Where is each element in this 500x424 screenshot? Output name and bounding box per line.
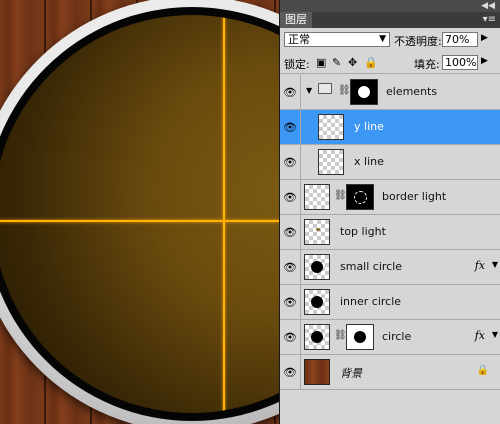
blend-mode-select[interactable]: 正常 ▼ [284, 32, 390, 47]
twirl-down-icon[interactable]: ▼ [306, 86, 312, 95]
tab-layers[interactable]: 图层 [280, 12, 312, 28]
layer-row-circle[interactable]: 👁 ⛓ circle fx ▼ [280, 320, 500, 355]
layer-thumbnail[interactable] [318, 114, 344, 140]
layer-row-x-line[interactable]: 👁 x line [280, 145, 500, 180]
collapse-icon[interactable]: ◀◀ [481, 0, 495, 12]
lock-icon: 🔒 [476, 365, 489, 376]
layer-row-background[interactable]: 👁 背景 🔒 [280, 355, 500, 390]
eye-icon[interactable]: 👁 [280, 320, 301, 354]
layer-row-elements[interactable]: 👁 ▼ ⛓ elements [280, 75, 500, 110]
layer-name: small circle [340, 260, 403, 273]
layers-list: 👁 ▼ ⛓ elements 👁 y line 👁 x line 👁 ⛓ bor… [280, 75, 500, 390]
fx-icon[interactable]: fx [475, 259, 485, 272]
chain-icon[interactable]: ⛓ [338, 85, 351, 96]
y-line-graphic [223, 15, 225, 413]
layer-thumbnail[interactable] [304, 324, 330, 350]
layer-thumbnail[interactable] [304, 359, 330, 385]
layer-row-small-circle[interactable]: 👁 small circle fx ▼ [280, 250, 500, 285]
layer-thumbnail[interactable] [304, 289, 330, 315]
lock-all-icon[interactable]: 🔒 [364, 56, 378, 69]
eye-icon[interactable]: 👁 [280, 75, 301, 109]
layer-name: border light [382, 190, 447, 203]
layer-row-inner-circle[interactable]: 👁 inner circle [280, 285, 500, 320]
fill-input[interactable]: 100% [442, 55, 478, 70]
folder-icon [318, 83, 332, 94]
layer-mask-thumbnail[interactable] [346, 324, 374, 350]
panel-tabbar: 图层 ▾≡ [280, 12, 500, 28]
layer-row-y-line[interactable]: 👁 y line [280, 110, 500, 145]
layer-row-border-light[interactable]: 👁 ⛓ border light [280, 180, 500, 215]
layer-thumbnail[interactable] [304, 254, 330, 280]
layer-name: circle [382, 330, 412, 343]
fill-slider-arrow-icon[interactable]: ▶ [481, 56, 488, 66]
eye-icon[interactable]: 👁 [280, 250, 301, 284]
layer-row-top-light[interactable]: 👁 top light [280, 215, 500, 250]
expand-effects-icon[interactable]: ▼ [492, 330, 498, 339]
layer-thumbnail[interactable] [304, 219, 330, 245]
eye-icon[interactable]: 👁 [280, 145, 301, 179]
expand-effects-icon[interactable]: ▼ [492, 260, 498, 269]
layer-thumbnail[interactable] [318, 149, 344, 175]
layer-mask-thumbnail[interactable] [350, 79, 378, 105]
lock-label: 锁定: [284, 58, 310, 71]
eye-icon[interactable]: 👁 [280, 285, 301, 319]
layer-name: top light [340, 225, 386, 238]
layers-panel: ◀◀ 图层 ▾≡ 正常 ▼ 不透明度: 70% ▶ 锁定: ▣ ✎ ✥ 🔒 填充… [279, 0, 500, 424]
opacity-slider-arrow-icon[interactable]: ▶ [481, 33, 488, 43]
opacity-label: 不透明度: [394, 35, 442, 48]
opacity-input[interactable]: 70% [442, 32, 478, 47]
fx-icon[interactable]: fx [475, 329, 485, 342]
blend-opacity-row: 正常 ▼ 不透明度: 70% ▶ [280, 28, 500, 52]
lock-transparent-icon[interactable]: ▣ [316, 56, 326, 69]
blend-mode-value: 正常 [288, 33, 310, 46]
eye-icon[interactable]: 👁 [280, 180, 301, 214]
panel-menu-icon[interactable]: ▾≡ [483, 12, 496, 28]
chain-icon[interactable]: ⛓ [334, 190, 347, 201]
layer-name: elements [386, 85, 438, 98]
chevron-down-icon: ▼ [379, 34, 386, 44]
app-window: ◀◀ 图层 ▾≡ 正常 ▼ 不透明度: 70% ▶ 锁定: ▣ ✎ ✥ 🔒 填充… [0, 0, 500, 424]
x-line-graphic [0, 220, 279, 222]
eye-icon[interactable]: 👁 [280, 355, 301, 389]
lock-move-icon[interactable]: ✥ [348, 56, 357, 69]
layer-mask-thumbnail[interactable] [346, 184, 374, 210]
lock-brush-icon[interactable]: ✎ [332, 56, 341, 69]
layer-name: inner circle [340, 295, 402, 308]
chain-icon[interactable]: ⛓ [334, 330, 347, 341]
layer-name: 背景 [340, 367, 362, 380]
layer-thumbnail[interactable] [304, 184, 330, 210]
layer-name: y line [354, 120, 384, 133]
eye-icon[interactable]: 👁 [280, 110, 301, 144]
fill-label: 填充: [414, 58, 440, 71]
panel-topbar: ◀◀ [280, 0, 500, 12]
document-canvas[interactable] [0, 0, 279, 424]
eye-icon[interactable]: 👁 [280, 215, 301, 249]
lock-fill-row: 锁定: ▣ ✎ ✥ 🔒 填充: 100% ▶ [280, 52, 500, 74]
layer-name: x line [354, 155, 384, 168]
